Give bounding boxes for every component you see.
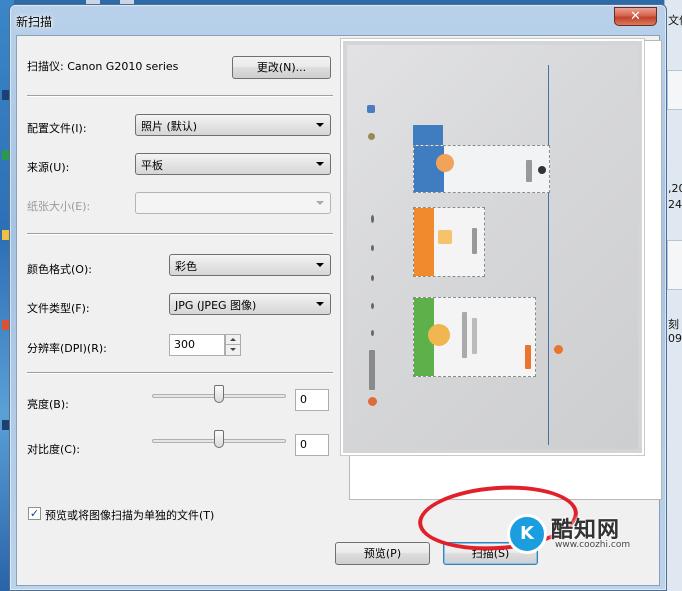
paper-size-select [135, 192, 331, 214]
scanned-icon [554, 345, 563, 354]
scanned-card-text [472, 318, 477, 354]
desktop-text-fragment: ,20 [668, 182, 682, 195]
brightness-slider-thumb[interactable] [214, 385, 224, 403]
scanned-card-dot [538, 166, 546, 174]
resolution-input[interactable]: 300 [169, 334, 225, 356]
coozhi-watermark: K 酷知网 www.coozhi.com [507, 512, 657, 556]
profile-value: 照片 (默认) [141, 120, 198, 133]
contrast-input[interactable]: 0 [295, 434, 329, 456]
color-format-select[interactable]: 彩色 [169, 254, 331, 276]
preview-button[interactable]: 预览(P) [335, 542, 430, 565]
change-scanner-button[interactable]: 更改(N)... [232, 56, 331, 79]
desktop-thumbnail [667, 70, 682, 110]
window-title: 新扫描 [16, 15, 53, 29]
profile-label: 配置文件(I): [27, 122, 87, 135]
paper-size-label: 纸张大小(E): [27, 200, 91, 213]
scanned-card-text [472, 228, 477, 254]
scanned-icon [368, 397, 377, 406]
contrast-slider-thumb[interactable] [214, 430, 224, 448]
chevron-down-icon [316, 263, 324, 267]
file-type-select[interactable]: JPG (JPEG 图像) [169, 293, 331, 315]
resolution-stepper[interactable] [225, 334, 241, 356]
desktop-text-fragment: 24 [668, 198, 682, 211]
file-type-value: JPG (JPEG 图像) [175, 299, 257, 312]
source-select[interactable]: 平板 [135, 153, 331, 175]
stepper-down-icon[interactable] [226, 345, 240, 355]
color-format-label: 颜色格式(O): [27, 263, 92, 276]
chevron-down-icon [316, 201, 324, 205]
scanned-text-mark [371, 275, 374, 281]
desktop-text-fragment: 文件 [668, 14, 682, 27]
scanned-page [347, 45, 638, 449]
chevron-down-icon [316, 302, 324, 306]
separator [27, 233, 333, 235]
separator [27, 95, 333, 97]
scanned-text-mark [371, 303, 374, 309]
watermark-url: www.coozhi.com [555, 540, 631, 550]
separator [27, 372, 333, 374]
close-icon: ✕ [630, 9, 641, 24]
chevron-down-icon [316, 162, 324, 166]
desktop-text-fragment: 刻 [668, 318, 679, 331]
scanner-label: 扫描仪: Canon G2010 series [27, 60, 179, 73]
desktop-thumbnail [667, 240, 682, 290]
scanned-card-tab [413, 125, 443, 147]
source-label: 来源(U): [27, 161, 70, 174]
scanned-icon [368, 133, 375, 140]
scanned-card-text [526, 160, 532, 182]
resolution-label: 分辨率(DPI)(R): [27, 342, 107, 355]
file-type-label: 文件类型(F): [27, 302, 90, 315]
desktop-text-fragment: 09 [668, 332, 682, 345]
scanned-card-illustration [436, 154, 454, 172]
scanned-text-mark [369, 350, 375, 390]
scanned-card-illustration [438, 230, 452, 244]
scanned-vertical-line [548, 65, 549, 445]
separate-files-label: 预览或将图像扫描为单独的文件(T) [45, 509, 215, 522]
scanned-card [413, 297, 536, 377]
scanned-image-preview[interactable] [341, 39, 644, 455]
scanned-text-mark [371, 330, 374, 336]
coozhi-logo-icon: K [507, 514, 547, 554]
scanned-card-color-band [414, 208, 434, 276]
scanned-card-text [525, 345, 531, 369]
scanned-text-mark [371, 245, 374, 251]
scanned-card-text [462, 312, 467, 358]
scanned-text-mark [371, 215, 374, 223]
color-format-value: 彩色 [175, 260, 197, 273]
profile-select[interactable]: 照片 (默认) [135, 114, 331, 136]
source-value: 平板 [141, 159, 163, 172]
scanned-card [413, 145, 550, 193]
brightness-input[interactable]: 0 [295, 389, 329, 411]
scanned-card [413, 207, 485, 277]
contrast-label: 对比度(C): [27, 443, 80, 456]
stepper-up-icon[interactable] [226, 335, 240, 345]
brightness-label: 亮度(B): [27, 398, 69, 411]
chevron-down-icon [316, 123, 324, 127]
scanned-card-illustration [428, 324, 450, 346]
separate-files-checkbox[interactable]: ✓ [28, 507, 41, 520]
scanned-icon [367, 105, 375, 113]
close-button[interactable]: ✕ [614, 7, 657, 26]
title-bar[interactable]: 新扫描 ✕ [10, 5, 666, 35]
